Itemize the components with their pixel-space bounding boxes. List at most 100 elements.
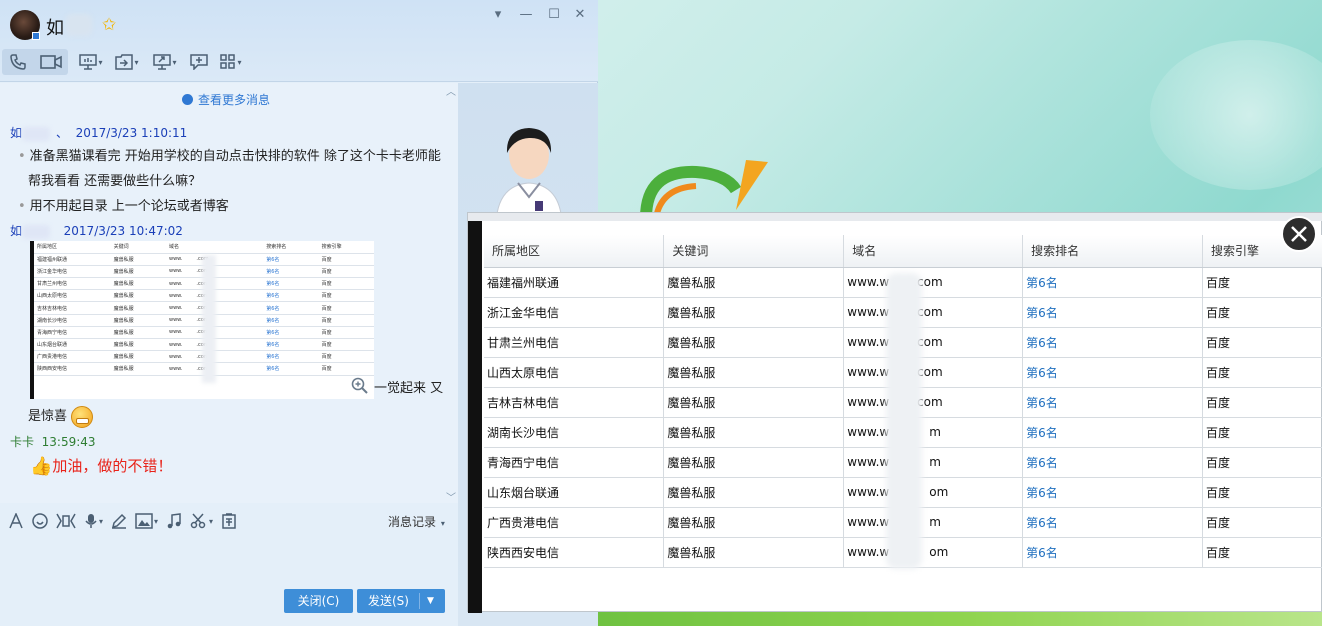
thumb-cell: 百度 (318, 314, 374, 327)
cell-domain: www.w om (843, 477, 1024, 508)
scroll-down-icon[interactable]: ﹀ (444, 489, 458, 503)
thumb-header: 关键词 (110, 241, 166, 254)
remote-desktop-icon[interactable]: ▾ (146, 49, 184, 75)
message-list[interactable]: 查看更多消息 ︿ 如 、 2017/3/23 1:10:11 • 准备黑猫课看完 开… (0, 83, 458, 503)
thumb-cell: 百度 (318, 362, 374, 376)
cell-region: 吉林吉林电信 (484, 387, 665, 418)
message-history-button[interactable]: 消息记录 ▾ (388, 513, 445, 530)
online-status-icon (32, 32, 40, 40)
cell-domain: www.w .com (843, 357, 1024, 388)
thumb-cell: 百度 (318, 253, 374, 266)
cell-region: 陕西西安电信 (484, 537, 665, 568)
thumb-domain-start: www. (169, 353, 183, 360)
font-icon[interactable] (8, 513, 24, 529)
desktop-glow (1150, 40, 1322, 190)
apps-icon[interactable]: ▾ (214, 49, 248, 75)
name-redaction (66, 14, 92, 36)
emoji-icon[interactable] (32, 513, 48, 529)
zoom-icon[interactable] (351, 377, 369, 395)
screen-share-icon[interactable]: ▾ (74, 49, 108, 75)
see-more-messages-link[interactable]: 查看更多消息 (182, 91, 270, 108)
thumb-cell: 第6名 (263, 338, 319, 352)
message-meta: 如 2017/3/23 10:47:02 (10, 222, 183, 239)
message-text: • 准备黑猫课看完 开始用学校的自动点击快排的软件 除了这个卡卡老师能 帮我看看 … (18, 149, 441, 214)
scissors-icon[interactable]: ▾ (190, 513, 213, 529)
cell-engine: 百度 (1202, 357, 1322, 388)
screenshot-thumbnail[interactable]: 所属地区 关键词 域名 搜索排名 搜索引擎 福建福州联通魔兽私服www..com… (30, 241, 374, 399)
close-window-button[interactable]: ✕ (570, 6, 590, 24)
thumb-cell: 山西太原电信 (34, 289, 111, 303)
image-icon[interactable]: ▾ (135, 513, 158, 529)
comment-icon[interactable] (184, 49, 214, 75)
cell-rank: 第6名 (1022, 357, 1204, 388)
thumb-cell: 湖南长沙电信 (34, 314, 111, 327)
menu-dropdown-button[interactable]: ▾ (488, 6, 508, 24)
maximize-button[interactable]: ☐ (544, 6, 564, 24)
cell-region: 浙江金华电信 (484, 297, 665, 328)
scroll-up-icon[interactable]: ︿ (444, 83, 458, 98)
thumb-cell: 魔兽私服 (110, 326, 166, 340)
domain-end: om (929, 485, 949, 499)
clock-icon (182, 94, 193, 105)
avatar-character-icon (495, 128, 563, 223)
thumb-cell: 第6名 (263, 326, 319, 340)
star-icon[interactable]: ✩ (102, 15, 116, 35)
domain-start: www.w (847, 455, 890, 469)
see-more-label: 查看更多消息 (198, 93, 271, 107)
send-button[interactable]: 发送(S) ▼ (357, 589, 445, 613)
cell-engine: 百度 (1202, 507, 1322, 538)
close-button[interactable]: 关闭(C) (284, 589, 353, 613)
col-header-region: 所属地区 (484, 235, 665, 268)
thumb-cell: 第6名 (263, 350, 319, 364)
overlay-left-edge (468, 221, 482, 613)
col-header-keyword: 关键词 (663, 235, 845, 268)
domain-start: www.w (847, 515, 890, 529)
cell-rank: 第6名 (1022, 297, 1204, 328)
cell-keyword: 魔兽私服 (663, 327, 845, 358)
thumb-header: 所属地区 (34, 241, 111, 254)
close-icon[interactable] (1281, 216, 1317, 252)
cell-domain: www.w om (843, 537, 1024, 568)
thumb-cell: 第6名 (263, 253, 319, 266)
cell-region: 甘肃兰州电信 (484, 327, 665, 358)
table-header-row: 所属地区 关键词 域名 搜索排名 搜索引擎 (484, 235, 1322, 268)
message-text: 是惊喜 (28, 404, 94, 429)
file-transfer-icon[interactable]: ▾ (108, 49, 146, 75)
domain-redaction (886, 273, 922, 569)
thumb-header: 域名 (166, 241, 264, 254)
grin-emoji-icon (71, 405, 94, 428)
music-icon[interactable] (166, 513, 182, 529)
thumb-cell: 魔兽私服 (110, 362, 166, 376)
thumb-cell: 第6名 (263, 314, 319, 327)
minimize-button[interactable]: — (516, 6, 536, 24)
thumb-cell: 百度 (318, 350, 374, 364)
contact-name[interactable]: 如 (46, 14, 64, 40)
app-logo-icon (640, 160, 768, 219)
video-icon[interactable] (39, 49, 62, 75)
mic-icon[interactable]: ▾ (84, 513, 103, 529)
cell-rank: 第6名 (1022, 327, 1204, 358)
thumb-header: 搜索引擎 (318, 241, 374, 254)
thumb-cell: 魔兽私服 (110, 253, 166, 266)
message-line: 准备黑猫课看完 开始用学校的自动点击快排的软件 除了这个卡卡老师能 (29, 149, 441, 164)
domain-end: m (929, 455, 941, 469)
thumb-cell: 甘肃兰州电信 (34, 277, 111, 291)
pen-icon[interactable] (111, 513, 127, 529)
domain-end: m (929, 425, 941, 439)
thumbs-up-icon: 👍 (30, 456, 53, 477)
message-meta: 如 、 2017/3/23 1:10:11 (10, 124, 187, 141)
cell-rank: 第6名 (1022, 477, 1204, 508)
clipboard-icon[interactable] (221, 513, 237, 529)
cell-engine: 百度 (1202, 297, 1322, 328)
phone-icon[interactable] (9, 49, 27, 75)
message-text: 👍加油，做的不错！ (30, 454, 172, 479)
send-options-icon[interactable]: ▼ (427, 589, 434, 613)
domain-end: m (929, 515, 941, 529)
cell-keyword: 魔兽私服 (663, 297, 845, 328)
message-time: 13:59:43 (41, 435, 96, 449)
col-header-domain: 域名 (843, 235, 1024, 268)
cell-domain: www.w .com (843, 387, 1024, 418)
thumb-cell: 魔兽私服 (110, 265, 166, 279)
magic-icon[interactable] (56, 513, 76, 529)
message-time: 2017/3/23 1:10:11 (75, 126, 188, 140)
